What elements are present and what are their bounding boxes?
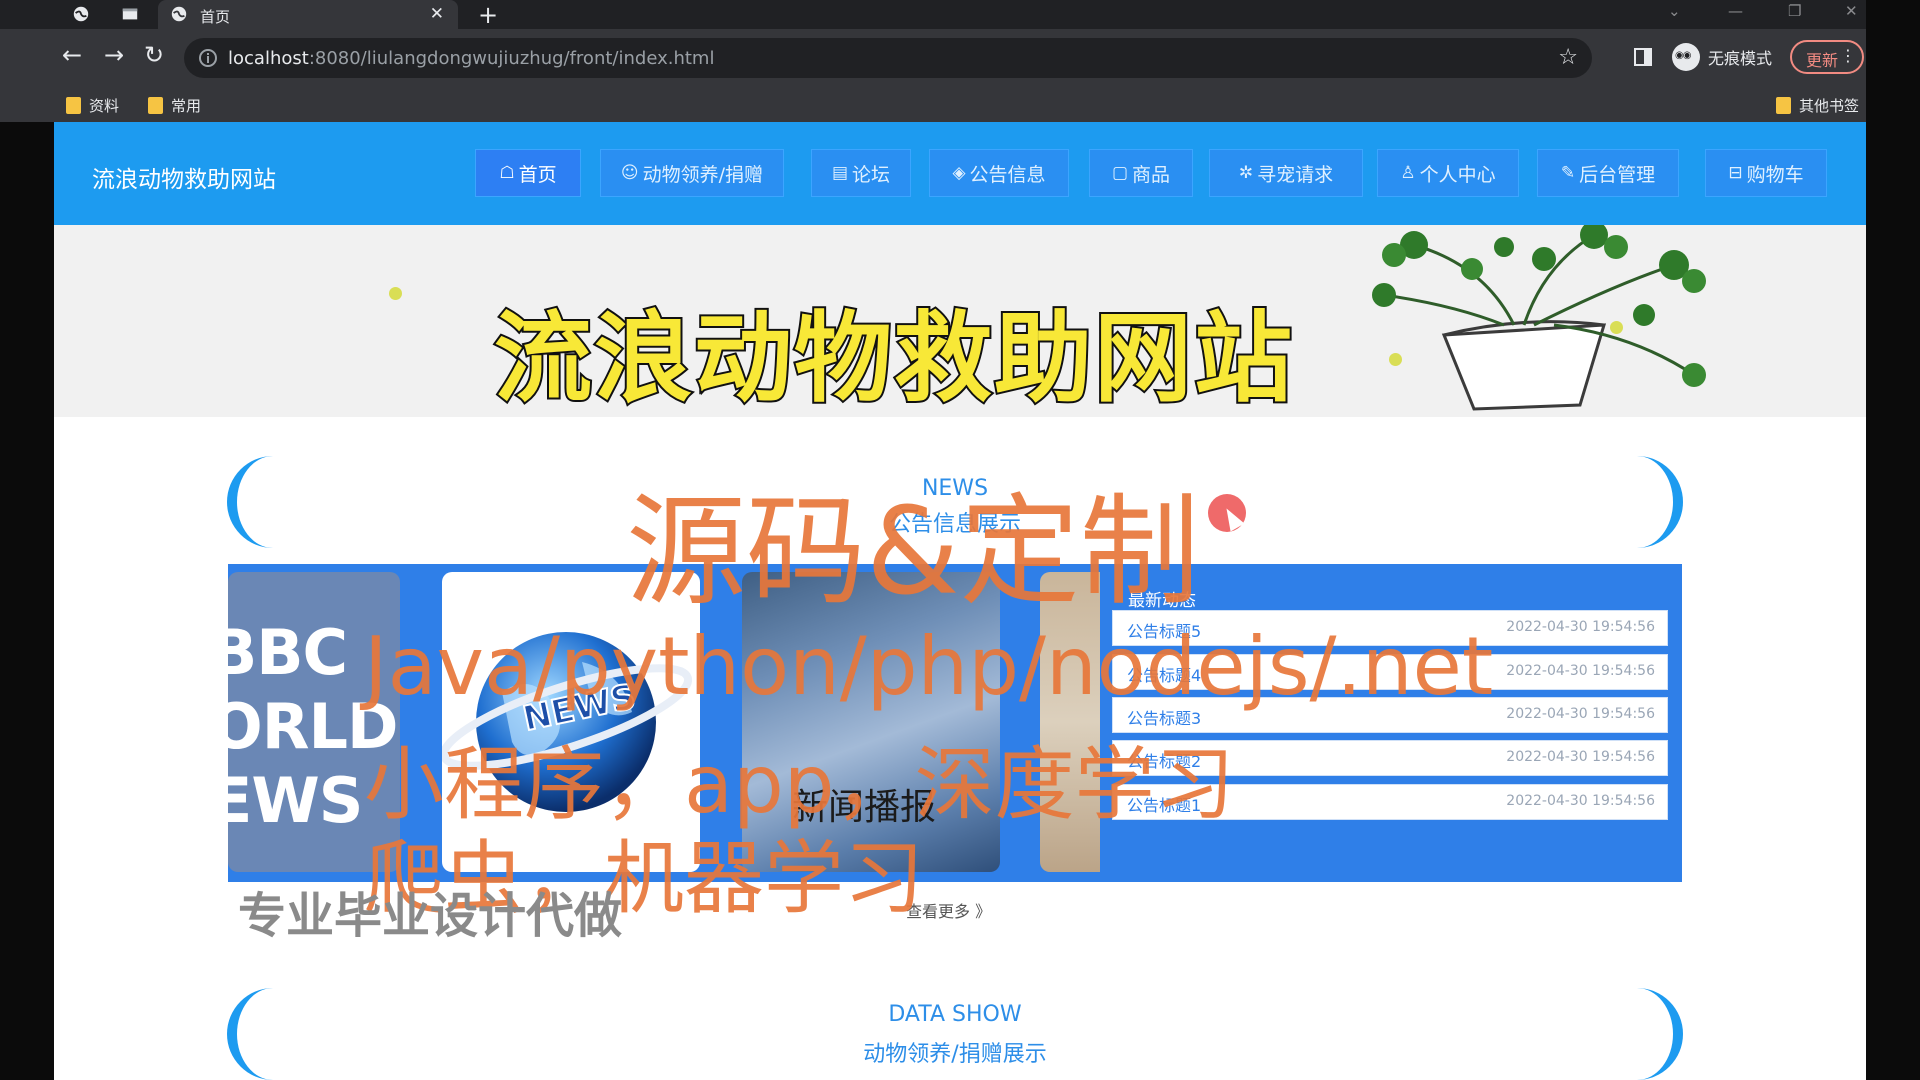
page-favicon-icon <box>171 6 187 22</box>
banner-title-overlay: 流浪动物救助网站 <box>492 300 1295 418</box>
menu-dots-icon[interactable]: ⋮ <box>1840 46 1856 65</box>
nav-find-pet[interactable]: ✲ 寻宠请求 <box>1209 149 1363 197</box>
overlay-text-source-code: 源码&定制 <box>626 483 1200 622</box>
overlay-text-languages: Java/python/php/nodejs/.net <box>364 620 1494 713</box>
bookmark-folder-changyong[interactable]: 常用 <box>148 95 201 116</box>
site-title: 流浪动物救助网站 <box>92 167 276 193</box>
announcement-icon: ◈ <box>952 163 966 183</box>
forward-icon[interactable]: → <box>104 43 124 67</box>
nav-admin[interactable]: ✎ 后台管理 <box>1537 149 1679 197</box>
incognito-label: 无痕模式 <box>1708 49 1773 68</box>
web-page: 流浪动物救助网站 ☖ 首页 ☺ 动物领养/捐赠 ▤ 论坛 ◈ 公告信息 ▢ 商品 ✲ 寻宠请… <box>54 122 1866 1080</box>
overlay-text-service: 专业毕业设计代做 <box>238 888 623 944</box>
home-icon: ☖ <box>499 163 515 183</box>
user-icon: ♙ <box>1400 163 1416 183</box>
find-pet-icon: ✲ <box>1238 163 1254 183</box>
tab-list-icon[interactable]: ⌄ <box>1668 2 1681 20</box>
info-icon[interactable] <box>198 48 218 68</box>
nav-adopt-donate[interactable]: ☺ 动物领养/捐赠 <box>600 149 784 197</box>
incognito-icon <box>1672 43 1700 71</box>
tab-home[interactable]: 首页 ✕ <box>158 0 458 29</box>
update-label: 更新 <box>1806 51 1839 70</box>
pet-icon: ☺ <box>620 163 639 183</box>
tab-search-icon[interactable] <box>121 5 139 23</box>
other-bookmarks[interactable]: 其他书签 <box>1776 95 1859 116</box>
minimize-icon[interactable]: — <box>1728 2 1743 20</box>
folder-icon <box>148 97 163 114</box>
browser-toolbar: ← → ↻ localhost:8080/liulangdongwujiuzhu… <box>0 29 1866 87</box>
bookmarks-bar: 资料 常用 其他书签 <box>0 87 1866 122</box>
reload-icon[interactable]: ↻ <box>144 43 164 67</box>
folder-icon <box>66 97 81 114</box>
browser-chrome: 首页 ✕ + ⌄ — ❐ ✕ ← → ↻ localhost:8080/liul… <box>0 0 1866 122</box>
data-heading-cn: 动物领养/捐赠展示 <box>863 1042 1047 1067</box>
banner: 流浪动物救助网站 <box>54 225 1866 418</box>
new-tab-button[interactable]: + <box>478 1 498 29</box>
side-panel-icon[interactable] <box>1634 48 1652 66</box>
decor-dot <box>389 287 402 300</box>
nav-announcements[interactable]: ◈ 公告信息 <box>929 149 1069 197</box>
forum-icon: ▤ <box>831 163 849 183</box>
nav-forum[interactable]: ▤ 论坛 <box>811 149 911 197</box>
close-tab-icon[interactable]: ✕ <box>430 4 444 24</box>
close-window-icon[interactable]: ✕ <box>1845 2 1858 20</box>
nav-products[interactable]: ▢ 商品 <box>1089 149 1193 197</box>
bookmark-star-icon[interactable]: ☆ <box>1558 45 1578 70</box>
folder-icon <box>1776 97 1791 114</box>
data-section-heading: DATA SHOW 动物领养/捐赠展示 <box>227 988 1683 1080</box>
site-header: 流浪动物救助网站 ☖ 首页 ☺ 动物领养/捐赠 ▤ 论坛 ◈ 公告信息 ▢ 商品 ✲ 寻宠请… <box>54 122 1866 225</box>
data-heading-en: DATA SHOW <box>888 1002 1022 1027</box>
tab-title: 首页 <box>200 8 231 26</box>
address-bar[interactable]: localhost:8080/liulangdongwujiuzhug/fron… <box>184 38 1592 78</box>
globe-icon[interactable] <box>72 5 90 23</box>
bookmark-folder-ziliao[interactable]: 资料 <box>66 95 119 116</box>
restore-icon[interactable]: ❐ <box>1788 2 1801 20</box>
url-text[interactable]: localhost:8080/liulangdongwujiuzhug/fron… <box>228 48 714 69</box>
incognito-indicator[interactable]: 无痕模式 <box>1672 43 1772 71</box>
cart-icon: ⊟ <box>1728 163 1743 183</box>
potted-plant-illustration <box>1372 225 1706 411</box>
tab-strip: 首页 ✕ + ⌄ — ❐ ✕ <box>0 0 1866 29</box>
nav-cart[interactable]: ⊟ 购物车 <box>1705 149 1827 197</box>
product-icon: ▢ <box>1111 163 1129 183</box>
admin-icon: ✎ <box>1560 163 1576 183</box>
update-button[interactable]: 更新 ⋮ <box>1790 40 1864 74</box>
back-icon[interactable]: ← <box>62 43 82 67</box>
nav-home[interactable]: ☖ 首页 <box>475 149 581 197</box>
nav-profile[interactable]: ♙ 个人中心 <box>1377 149 1519 197</box>
